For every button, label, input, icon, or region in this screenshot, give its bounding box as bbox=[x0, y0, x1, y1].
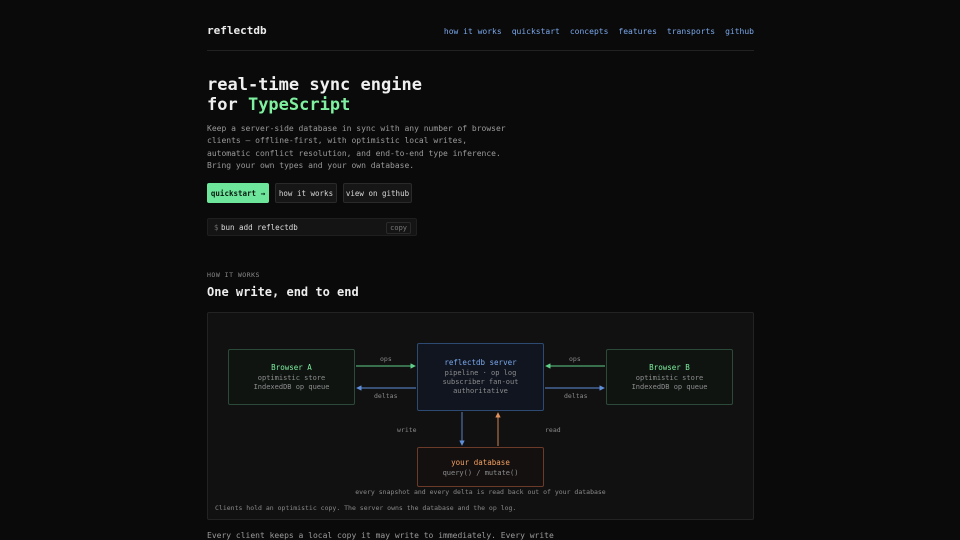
browser-a-node: Browser A optimistic store IndexedDB op … bbox=[228, 349, 355, 405]
architecture-diagram: Browser A optimistic store IndexedDB op … bbox=[207, 312, 754, 520]
nav-link-github[interactable]: github bbox=[725, 27, 754, 36]
edge-label-deltas-b: deltas bbox=[564, 392, 588, 400]
prompt-symbol: $ bbox=[214, 223, 219, 232]
diagram-caption: Clients hold an optimistic copy. The ser… bbox=[215, 504, 517, 512]
view-on-github-button[interactable]: view on github bbox=[343, 183, 412, 203]
browser-b-line: IndexedDB op queue bbox=[631, 383, 708, 391]
server-line: authoritative bbox=[453, 387, 508, 395]
edge-label-ops-b: ops bbox=[569, 355, 581, 363]
install-command: $ bun add reflectdb copy bbox=[207, 218, 417, 236]
database-line: query() / mutate() bbox=[442, 469, 519, 477]
body-text: Every client keeps a local copy it may w… bbox=[207, 531, 554, 540]
hero-description-line: clients — offline-first, with optimistic… bbox=[207, 136, 468, 146]
section-title: One write, end to end bbox=[207, 285, 359, 299]
hero-title-line2: for TypeScript bbox=[207, 95, 422, 115]
hero-description: Keep a server-side database in sync with… bbox=[207, 123, 507, 172]
edge-label-read: read bbox=[545, 426, 561, 434]
hero-description-line: Bring your own types and your own databa… bbox=[207, 160, 415, 170]
how-it-works-button[interactable]: how it works bbox=[275, 183, 337, 203]
nav-link-how-it-works[interactable]: how it works bbox=[444, 27, 502, 36]
brand-logo[interactable]: reflectdb bbox=[207, 24, 267, 37]
edge-label-deltas-a: deltas bbox=[374, 392, 398, 400]
hero-title-prefix: for bbox=[207, 95, 248, 115]
browser-b-title: Browser B bbox=[649, 363, 690, 372]
nav-link-concepts[interactable]: concepts bbox=[570, 27, 609, 36]
database-node: your database query() / mutate() bbox=[417, 447, 544, 487]
diagram-caption-mid: every snapshot and every delta is read b… bbox=[355, 488, 606, 496]
browser-b-line: optimistic store bbox=[635, 374, 704, 382]
top-nav: reflectdb how it works quickstart concep… bbox=[207, 20, 754, 51]
copy-button[interactable]: copy bbox=[386, 222, 411, 234]
install-command-text: bun add reflectdb bbox=[221, 223, 298, 232]
edge-label-write: write bbox=[397, 426, 417, 434]
database-title: your database bbox=[451, 458, 510, 467]
hero-title: real-time sync engine for TypeScript bbox=[207, 75, 422, 115]
hero-title-accent: TypeScript bbox=[247, 95, 351, 115]
section-eyebrow: HOW IT WORKS bbox=[207, 271, 260, 279]
edge-label-ops-a: ops bbox=[380, 355, 392, 363]
browser-b-node: Browser B optimistic store IndexedDB op … bbox=[606, 349, 733, 405]
quickstart-button[interactable]: quickstart → bbox=[207, 183, 269, 203]
hero-description-line: automatic conflict resolution, and end-t… bbox=[207, 148, 501, 158]
browser-a-line: IndexedDB op queue bbox=[253, 383, 330, 391]
hero-title-line1: real-time sync engine bbox=[207, 75, 422, 95]
browser-a-title: Browser A bbox=[271, 363, 312, 372]
nav-link-quickstart[interactable]: quickstart bbox=[512, 27, 560, 36]
hero-description-line: Keep a server-side database in sync with… bbox=[207, 124, 506, 133]
browser-a-line: optimistic store bbox=[257, 374, 326, 382]
nav-link-transports[interactable]: transports bbox=[667, 27, 715, 36]
nav-link-features[interactable]: features bbox=[618, 27, 657, 36]
server-line: pipeline · op log bbox=[444, 369, 517, 377]
server-node: reflectdb server pipeline · op log subsc… bbox=[417, 343, 544, 411]
server-title: reflectdb server bbox=[444, 358, 517, 367]
nav-links: how it works quickstart concepts feature… bbox=[444, 27, 754, 36]
server-line: subscriber fan-out bbox=[442, 378, 519, 386]
